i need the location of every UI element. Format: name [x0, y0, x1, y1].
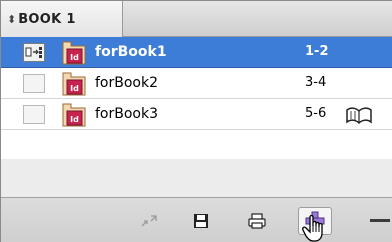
svg-text:Id: Id [70, 84, 79, 93]
book-toolbar [1, 197, 392, 242]
indesign-document-icon: Id [61, 103, 87, 127]
document-name: forBook2 [95, 75, 158, 91]
svg-text:Id: Id [70, 115, 79, 124]
tab-label: BOOK 1 [18, 11, 76, 27]
save-icon [194, 214, 208, 228]
page-range: 5-6 [305, 106, 327, 121]
list-footer-space [1, 159, 392, 197]
remove-document-icon[interactable] [370, 219, 390, 222]
sync-source-box[interactable] [23, 43, 45, 62]
list-item[interactable]: Id forBook1 1-2 [1, 37, 392, 68]
document-list: Id forBook1 1-2 Id forBook2 3-4 Id forBo… [1, 37, 392, 159]
sync-source-box[interactable] [23, 105, 45, 124]
tab-book-1[interactable]: ⬍ BOOK 1 [1, 1, 123, 37]
hand-cursor-icon [302, 214, 323, 242]
sync-source-icon [25, 47, 42, 58]
svg-text:Id: Id [70, 53, 79, 62]
list-item[interactable]: Id forBook2 3-4 [1, 68, 392, 99]
sync-source-box[interactable] [23, 74, 45, 93]
indesign-document-icon: Id [61, 41, 87, 65]
page-range: 1-2 [305, 44, 329, 59]
print-book-button[interactable] [245, 210, 269, 232]
synchronize-button[interactable] [137, 210, 161, 232]
document-name: forBook1 [95, 44, 167, 60]
list-item[interactable]: Id forBook3 5-6 [1, 99, 392, 130]
synchronize-icon [141, 215, 157, 227]
panel-tab-bar: ⬍ BOOK 1 [1, 1, 392, 37]
save-book-button[interactable] [189, 210, 213, 232]
print-icon [248, 213, 266, 229]
indesign-document-icon: Id [61, 72, 87, 96]
open-book-icon [346, 107, 372, 125]
book-panel: ⬍ BOOK 1 Id forBook1 1-2 Id forBook2 3-4… [0, 0, 392, 242]
page-range: 3-4 [305, 75, 327, 90]
tab-collapse-arrows-icon[interactable]: ⬍ [7, 13, 16, 26]
list-empty-area [1, 130, 392, 161]
document-name: forBook3 [95, 106, 158, 122]
